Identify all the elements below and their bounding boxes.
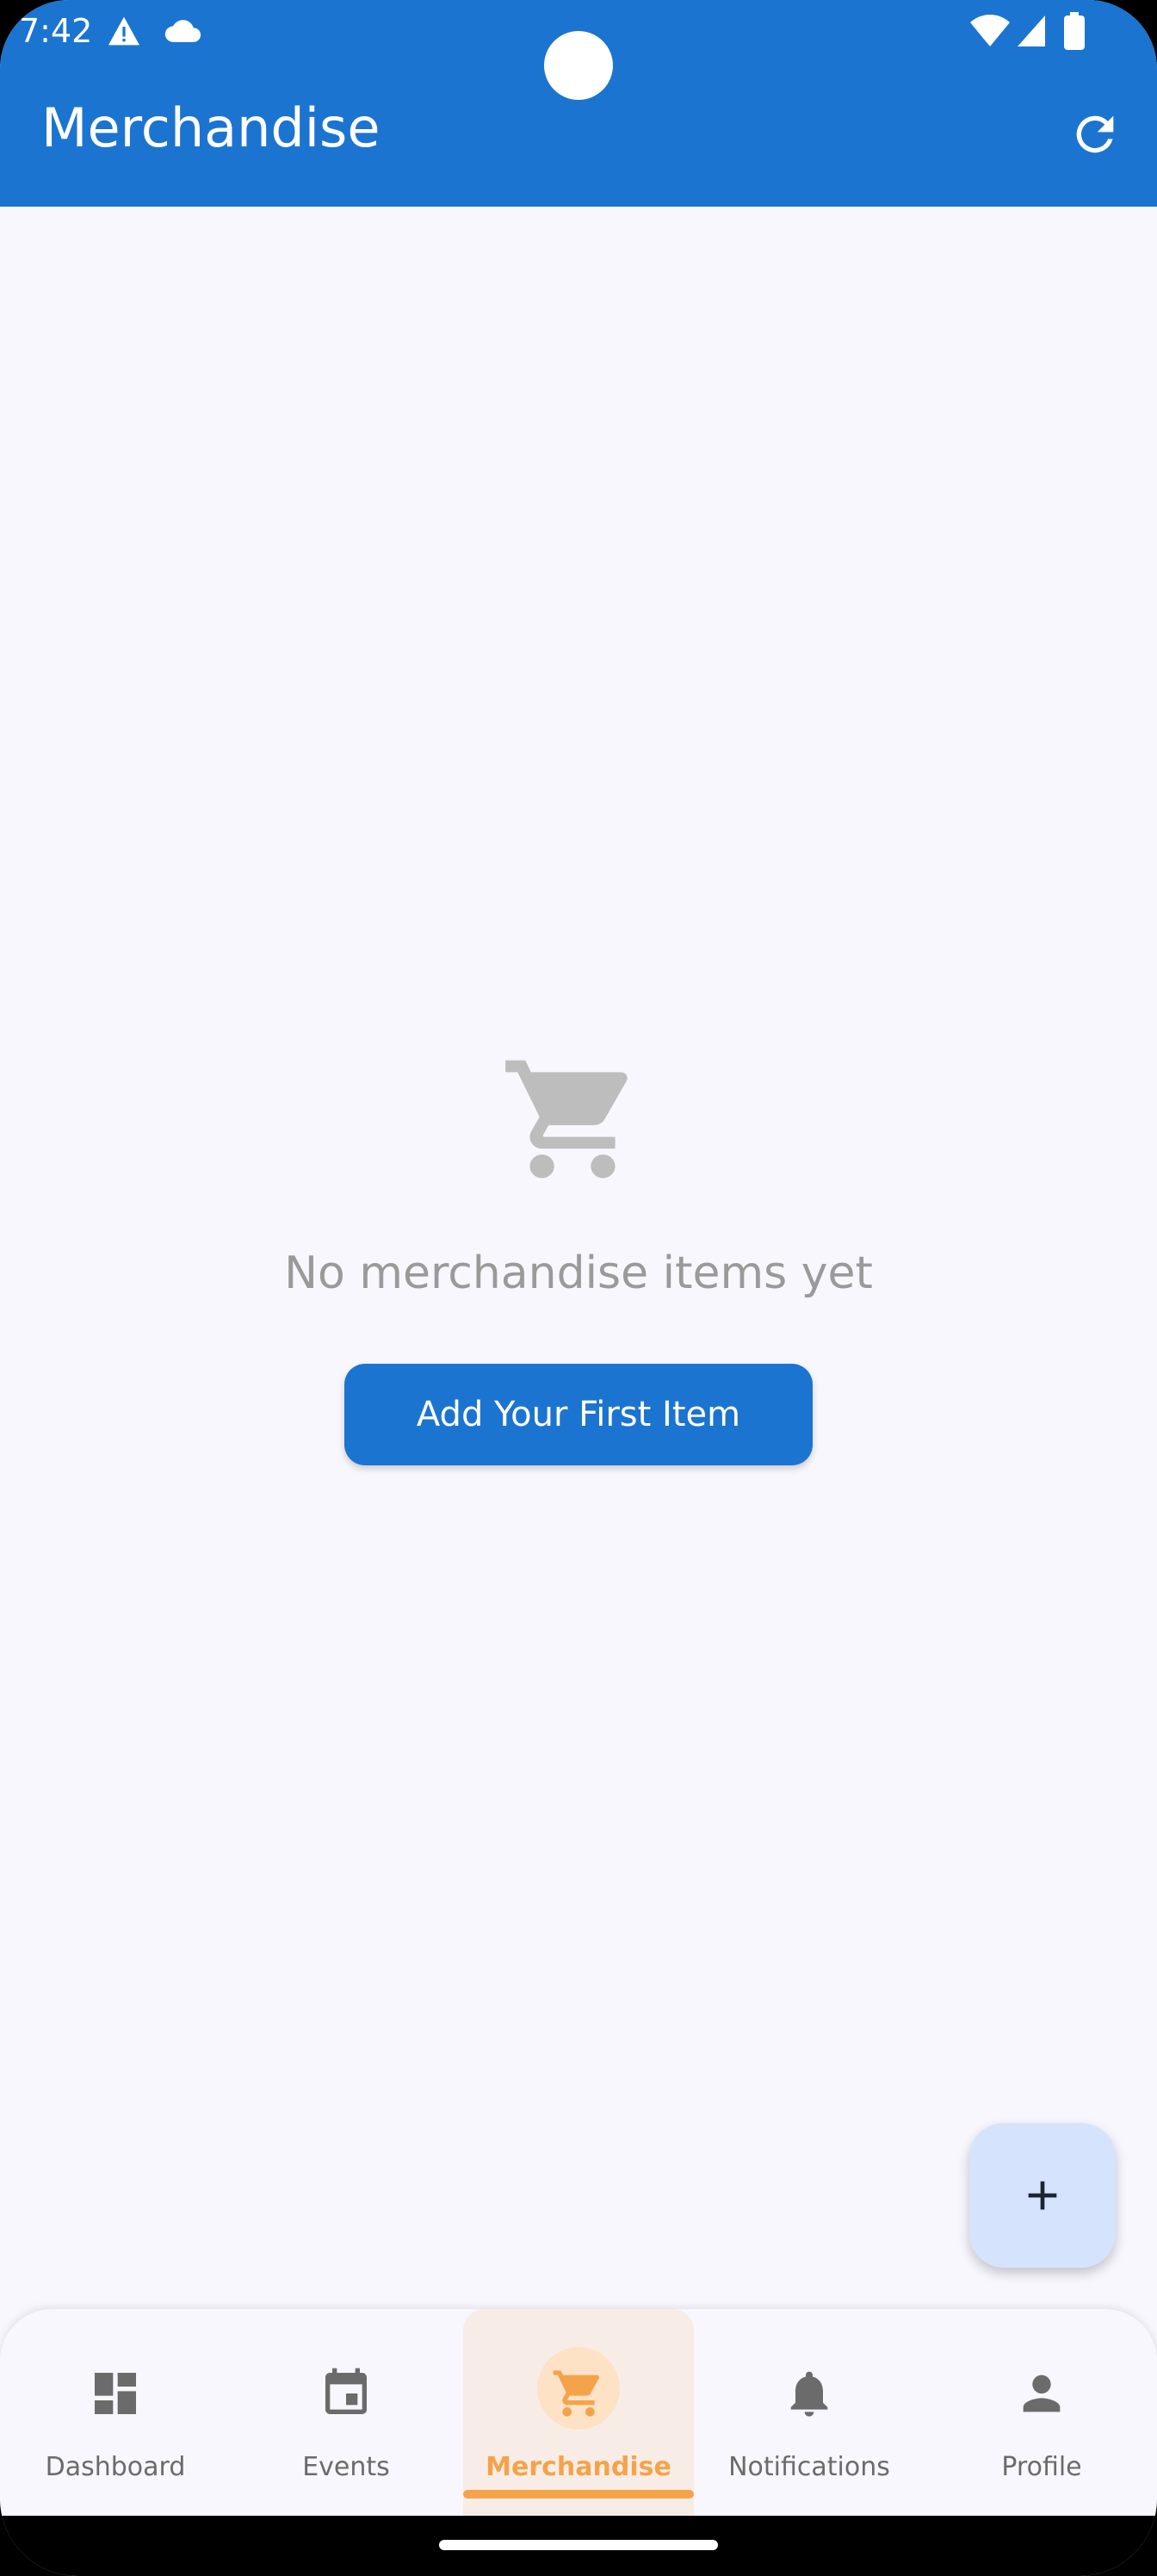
gesture-handle[interactable] bbox=[439, 2540, 718, 2550]
nav-label-dashboard: Dashboard bbox=[45, 2452, 186, 2482]
nav-label-events: Events bbox=[302, 2452, 390, 2482]
status-bar: 7:42 bbox=[0, 0, 1157, 100]
warning-icon bbox=[108, 16, 139, 46]
camera-cutout bbox=[544, 31, 613, 100]
signal-icon bbox=[1018, 15, 1045, 46]
bottom-navigation: Dashboard Events Merchandise Notificatio… bbox=[0, 2309, 1157, 2516]
cloud-icon bbox=[164, 20, 201, 42]
app-bar: 7:42 Merchandise bbox=[0, 0, 1157, 207]
app-screen: 7:42 Merchandise No merchandise items ye… bbox=[0, 0, 1157, 2576]
add-first-item-button[interactable]: Add Your First Item bbox=[344, 1364, 813, 1465]
battery-icon bbox=[1064, 12, 1085, 50]
nav-label-merchandise: Merchandise bbox=[486, 2452, 671, 2482]
page-title: Merchandise bbox=[41, 96, 381, 159]
nav-item-merchandise[interactable]: Merchandise bbox=[463, 2309, 694, 2516]
nav-label-notifications: Notifications bbox=[728, 2452, 890, 2482]
nav-item-events[interactable]: Events bbox=[231, 2309, 461, 2516]
active-underline bbox=[463, 2490, 694, 2499]
nav-label-profile: Profile bbox=[1001, 2452, 1082, 2482]
status-time: 7:42 bbox=[19, 12, 93, 50]
nav-item-profile[interactable]: Profile bbox=[926, 2309, 1157, 2516]
bell-icon bbox=[790, 2371, 828, 2417]
calendar-icon bbox=[325, 2368, 367, 2414]
plus-icon bbox=[1028, 2181, 1057, 2210]
wifi-icon bbox=[970, 15, 1010, 46]
empty-state-message: No merchandise items yet bbox=[284, 1248, 873, 1299]
shopping-cart-icon bbox=[505, 1060, 628, 1179]
person-icon bbox=[1023, 2375, 1061, 2412]
nav-item-notifications[interactable]: Notifications bbox=[694, 2309, 925, 2516]
shopping-cart-icon bbox=[553, 2370, 600, 2417]
nav-item-dashboard[interactable]: Dashboard bbox=[0, 2309, 231, 2516]
add-item-fab[interactable] bbox=[969, 2123, 1116, 2268]
dashboard-icon bbox=[95, 2373, 136, 2414]
refresh-icon[interactable] bbox=[1067, 107, 1123, 162]
